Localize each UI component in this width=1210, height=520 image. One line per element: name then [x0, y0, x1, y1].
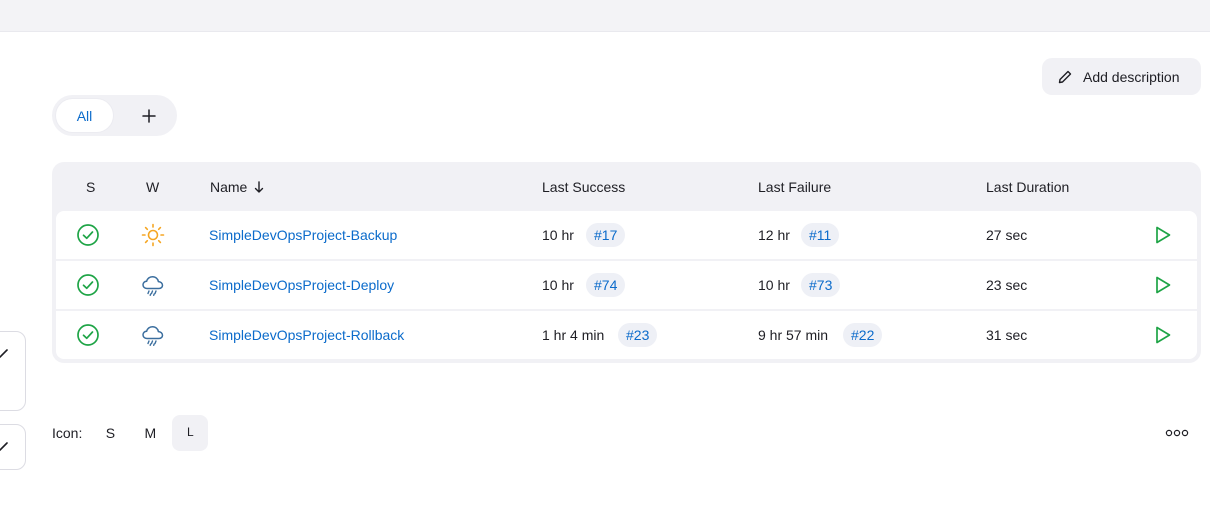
last-failure-build-link[interactable]: #73 — [801, 273, 841, 297]
last-success-build-link[interactable]: #23 — [618, 323, 658, 347]
plus-icon — [141, 108, 156, 123]
job-name-link[interactable]: SimpleDevOpsProject-Backup — [209, 227, 397, 243]
table-row: SimpleDevOpsProject-Rollback 1 hr 4 min … — [56, 311, 1197, 359]
icon-size-large-label: L — [187, 425, 194, 439]
last-success-build-link[interactable]: #74 — [586, 273, 626, 297]
last-duration: 31 sec — [986, 327, 1028, 343]
icon-size-label: Icon: — [52, 425, 83, 441]
last-failure-time: 10 hr — [758, 277, 790, 293]
job-name-link[interactable]: SimpleDevOpsProject-Rollback — [209, 327, 404, 343]
last-failure-build-link[interactable]: #11 — [801, 223, 840, 247]
header-name[interactable]: Name — [210, 179, 264, 195]
icon-size-medium[interactable]: M — [132, 415, 168, 451]
tab-all[interactable]: All — [56, 99, 113, 132]
view-tabs: All — [52, 95, 177, 136]
check-circle-icon — [77, 274, 99, 296]
sort-arrow-down-icon — [254, 181, 264, 193]
jobs-table: S W Name Last Success Last Failure Last … — [52, 162, 1201, 363]
job-name-link[interactable]: SimpleDevOpsProject-Deploy — [209, 277, 394, 293]
top-bar — [0, 0, 1210, 32]
icon-size-selector: Icon: S M L — [52, 415, 212, 451]
last-success-time: 10 hr — [542, 277, 574, 293]
header-last-failure[interactable]: Last Failure — [758, 179, 831, 195]
add-description-label: Add description — [1083, 68, 1180, 85]
pencil-icon — [1057, 69, 1073, 85]
side-panel-card[interactable] — [0, 331, 26, 411]
side-panel-card[interactable] — [0, 424, 26, 470]
header-last-success[interactable]: Last Success — [542, 179, 625, 195]
play-icon[interactable] — [1150, 223, 1174, 247]
table-header: S W Name Last Success Last Failure Last … — [52, 162, 1201, 211]
header-weather[interactable]: W — [146, 179, 159, 195]
last-duration: 27 sec — [986, 227, 1028, 243]
play-icon[interactable] — [1150, 323, 1174, 347]
last-success-time: 1 hr 4 min — [542, 327, 605, 343]
header-name-label: Name — [210, 179, 248, 195]
header-last-duration[interactable]: Last Duration — [986, 179, 1069, 195]
play-icon[interactable] — [1150, 273, 1174, 297]
check-circle-icon — [77, 324, 99, 346]
header-status[interactable]: S — [86, 179, 95, 195]
table-row: SimpleDevOpsProject-Deploy 10 hr #74 10 … — [56, 261, 1197, 309]
sun-icon — [141, 223, 165, 247]
icon-size-large[interactable]: L — [172, 415, 209, 451]
rain-cloud-icon — [142, 275, 164, 296]
last-success-build-link[interactable]: #17 — [586, 223, 626, 247]
last-failure-build-link[interactable]: #22 — [843, 323, 883, 347]
check-icon — [0, 442, 8, 451]
table-row: SimpleDevOpsProject-Backup 10 hr #17 12 … — [56, 211, 1197, 259]
add-view-button[interactable] — [132, 99, 165, 132]
last-failure-time: 12 hr — [758, 227, 790, 243]
add-description-button[interactable]: Add description — [1042, 58, 1201, 95]
more-options-icon[interactable] — [1164, 424, 1190, 442]
check-circle-icon — [77, 224, 99, 246]
last-success-time: 10 hr — [542, 227, 574, 243]
last-failure-time: 9 hr 57 min — [758, 327, 829, 343]
icon-size-small[interactable]: S — [92, 415, 128, 451]
last-duration: 23 sec — [986, 277, 1028, 293]
check-icon — [0, 349, 8, 358]
rain-cloud-icon — [142, 325, 164, 346]
